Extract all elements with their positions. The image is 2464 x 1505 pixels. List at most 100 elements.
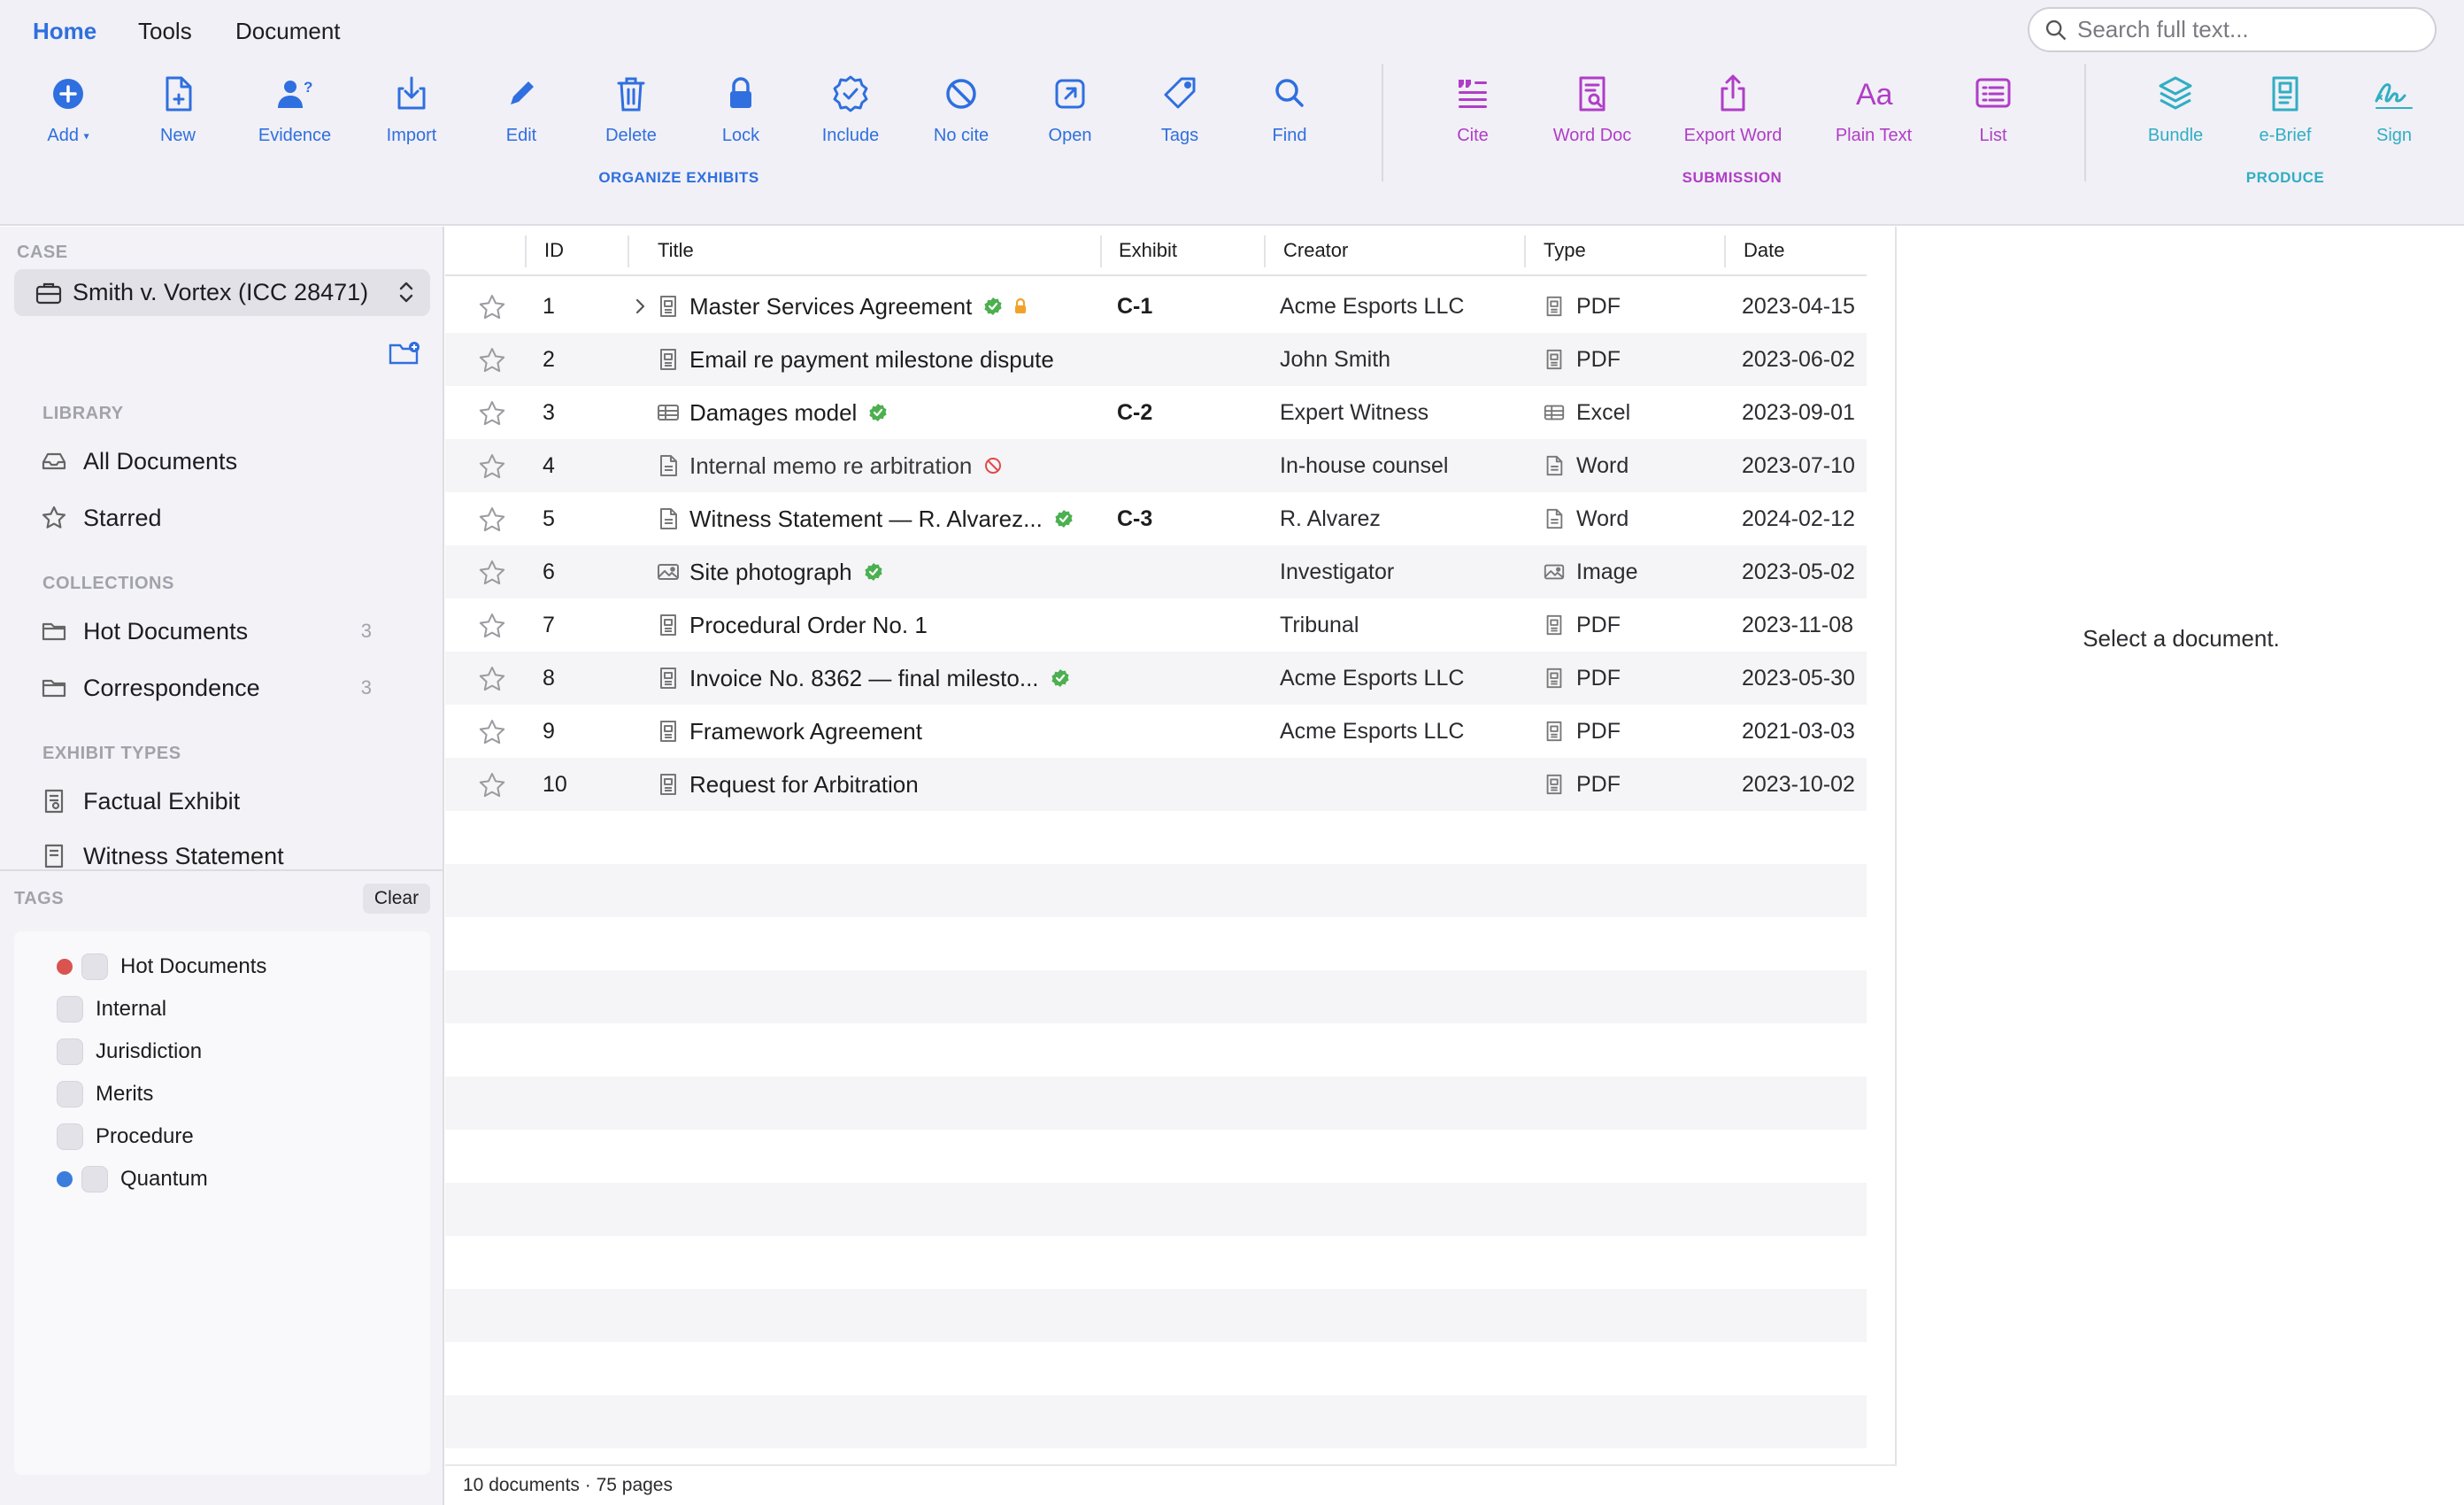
table-row[interactable]: 7 Procedural Order No. 1 Tribunal PDF 2023-1…	[445, 598, 1867, 652]
export-word-button[interactable]: Export Word	[1667, 73, 1799, 146]
cell-creator: R. Alvarez	[1280, 506, 1381, 531]
star-toggle-icon[interactable]	[477, 345, 507, 375]
table-row[interactable]: 10 Request for Arbitration PDF 2023-10-02	[445, 758, 1867, 811]
cell-type: PDF	[1543, 705, 1621, 758]
cell-type: PDF	[1543, 758, 1621, 811]
search-input[interactable]	[2077, 16, 2431, 43]
submission-group-label: SUBMISSION	[1682, 169, 1783, 186]
tag-checkbox[interactable]	[57, 1123, 83, 1150]
tag-checkbox[interactable]	[57, 1038, 83, 1065]
tag-checkbox[interactable]	[57, 1081, 83, 1108]
new-button[interactable]: New	[112, 73, 244, 146]
column-header-id[interactable]: ID	[544, 239, 564, 262]
word-doc-button[interactable]: Word Doc	[1526, 73, 1659, 146]
type-label: PDF	[1576, 719, 1621, 744]
table-row[interactable]: 5 Witness Statement — R. Alvarez... C-3 R. …	[445, 492, 1867, 545]
star-toggle-icon[interactable]	[477, 452, 507, 482]
cite-quote-icon	[1459, 80, 1487, 108]
tag-label: Hot Documents	[120, 954, 267, 978]
evidence-button[interactable]: ? Evidence	[228, 73, 361, 146]
cell-creator: Investigator	[1280, 560, 1395, 584]
empty-row	[445, 1077, 1867, 1130]
column-header-type[interactable]: Type	[1544, 239, 1586, 262]
tag-checkbox[interactable]	[81, 1166, 108, 1192]
table-row[interactable]: 4 Internal memo re arbitration In-house co…	[445, 439, 1867, 492]
star-icon	[42, 506, 66, 529]
tag-procedure[interactable]: Procedure	[57, 1119, 446, 1154]
tag-jurisdiction[interactable]: Jurisdiction	[57, 1034, 446, 1069]
tab-document[interactable]: Document	[235, 18, 341, 45]
star-toggle-icon[interactable]	[477, 292, 507, 322]
table-row[interactable]: 9 Framework Agreement Acme Esports LLC PDF 2…	[445, 705, 1867, 758]
plain-text-button[interactable]: Aa Plain Text	[1807, 73, 1940, 146]
case-selector[interactable]: Smith v. Vortex (ICC 28471)	[14, 269, 430, 316]
cell-type: PDF	[1543, 280, 1621, 333]
search-box[interactable]	[2028, 7, 2437, 52]
sidebar-item-all-documents[interactable]: All Documents	[41, 439, 412, 483]
ebrief-document-icon	[2272, 76, 2298, 112]
lock-badge-icon	[1015, 297, 1027, 313]
tab-home[interactable]: Home	[33, 18, 96, 45]
new-collection-button[interactable]	[382, 335, 427, 372]
table-row[interactable]: 6 Site photograph Investigator Image 2023-05…	[445, 545, 1867, 598]
star-toggle-icon[interactable]	[477, 558, 507, 588]
column-header-title[interactable]: Title	[658, 239, 694, 262]
document-title[interactable]: Request for Arbitration	[689, 758, 919, 811]
star-toggle-icon[interactable]	[477, 717, 507, 747]
organize-exhibits-group-label: ORGANIZE EXHIBITS	[598, 169, 759, 186]
tag-internal[interactable]: Internal	[57, 992, 446, 1027]
document-title[interactable]: Witness Statement — R. Alvarez...	[689, 492, 1043, 545]
star-toggle-icon[interactable]	[477, 398, 507, 428]
star-toggle-icon[interactable]	[477, 505, 507, 535]
tag-checkbox[interactable]	[81, 953, 108, 980]
sidebar-item-witness-statement[interactable]: Witness Statement	[41, 834, 412, 869]
tag-checkbox[interactable]	[57, 996, 83, 1023]
document-title[interactable]: Damages model	[689, 386, 857, 439]
empty-row	[445, 811, 1867, 864]
star-toggle-icon[interactable]	[477, 770, 507, 800]
tab-tools[interactable]: Tools	[138, 18, 192, 45]
sidebar-item-starred[interactable]: Starred	[41, 496, 412, 540]
sign-button[interactable]: Sign	[2328, 73, 2460, 146]
cell-title: Site photograph	[689, 545, 884, 598]
table-row[interactable]: 2 Email re payment milestone dispute John …	[445, 333, 1867, 386]
cell-type: PDF	[1543, 652, 1621, 705]
sidebar-item-label: Factual Exhibit	[83, 787, 241, 814]
table-row[interactable]: 1 Master Services Agreement C-1 Acme Esport…	[445, 280, 1867, 333]
sidebar-item-hot-documents[interactable]: Hot Documents 3	[41, 609, 412, 653]
document-title[interactable]: Internal memo re arbitration	[689, 439, 972, 492]
document-title[interactable]: Site photograph	[689, 545, 852, 598]
star-toggle-icon[interactable]	[477, 664, 507, 694]
tag-quantum[interactable]: Quantum	[57, 1162, 446, 1197]
document-title[interactable]: Master Services Agreement	[689, 280, 972, 333]
pdf-file-icon	[656, 294, 681, 319]
clear-tags-button[interactable]: Clear	[363, 884, 430, 914]
find-button[interactable]: Find	[1223, 73, 1356, 146]
column-header-creator[interactable]: Creator	[1283, 239, 1348, 262]
new-folder-icon	[389, 342, 420, 365]
type-label: PDF	[1576, 666, 1621, 691]
list-button-label: List	[1979, 126, 2007, 145]
empty-row	[445, 1130, 1867, 1183]
empty-row	[445, 917, 1867, 970]
table-row[interactable]: 3 Damages model C-2 Expert Witness Excel 2023…	[445, 386, 1867, 439]
sidebar-item-factual-exhibit[interactable]: Factual Exhibit	[41, 779, 412, 823]
sidebar-item-correspondence[interactable]: Correspondence 3	[41, 666, 412, 710]
cell-title: Framework Agreement	[689, 705, 922, 758]
cite-button[interactable]: Cite	[1406, 73, 1539, 146]
column-header-date[interactable]: Date	[1744, 239, 1784, 262]
document-title[interactable]: Framework Agreement	[689, 705, 922, 758]
document-title[interactable]: Email re payment milestone dispute	[689, 333, 1054, 386]
document-title[interactable]: Invoice No. 8362 — final milesto...	[689, 652, 1039, 705]
svg-text:?: ?	[304, 79, 312, 96]
cell-date: 2021-03-03	[1742, 719, 1855, 744]
tag-hot-documents[interactable]: Hot Documents	[57, 949, 446, 984]
star-toggle-icon[interactable]	[477, 611, 507, 641]
column-header-exhibit[interactable]: Exhibit	[1119, 239, 1177, 262]
document-title[interactable]: Procedural Order No. 1	[689, 598, 928, 652]
search-icon	[2045, 19, 2067, 40]
table-row[interactable]: 8 Invoice No. 8362 — final milesto... Acme…	[445, 652, 1867, 705]
chevron-right-icon[interactable]	[631, 297, 649, 315]
list-button[interactable]: List	[1927, 73, 2060, 146]
tag-merits[interactable]: Merits	[57, 1077, 446, 1112]
